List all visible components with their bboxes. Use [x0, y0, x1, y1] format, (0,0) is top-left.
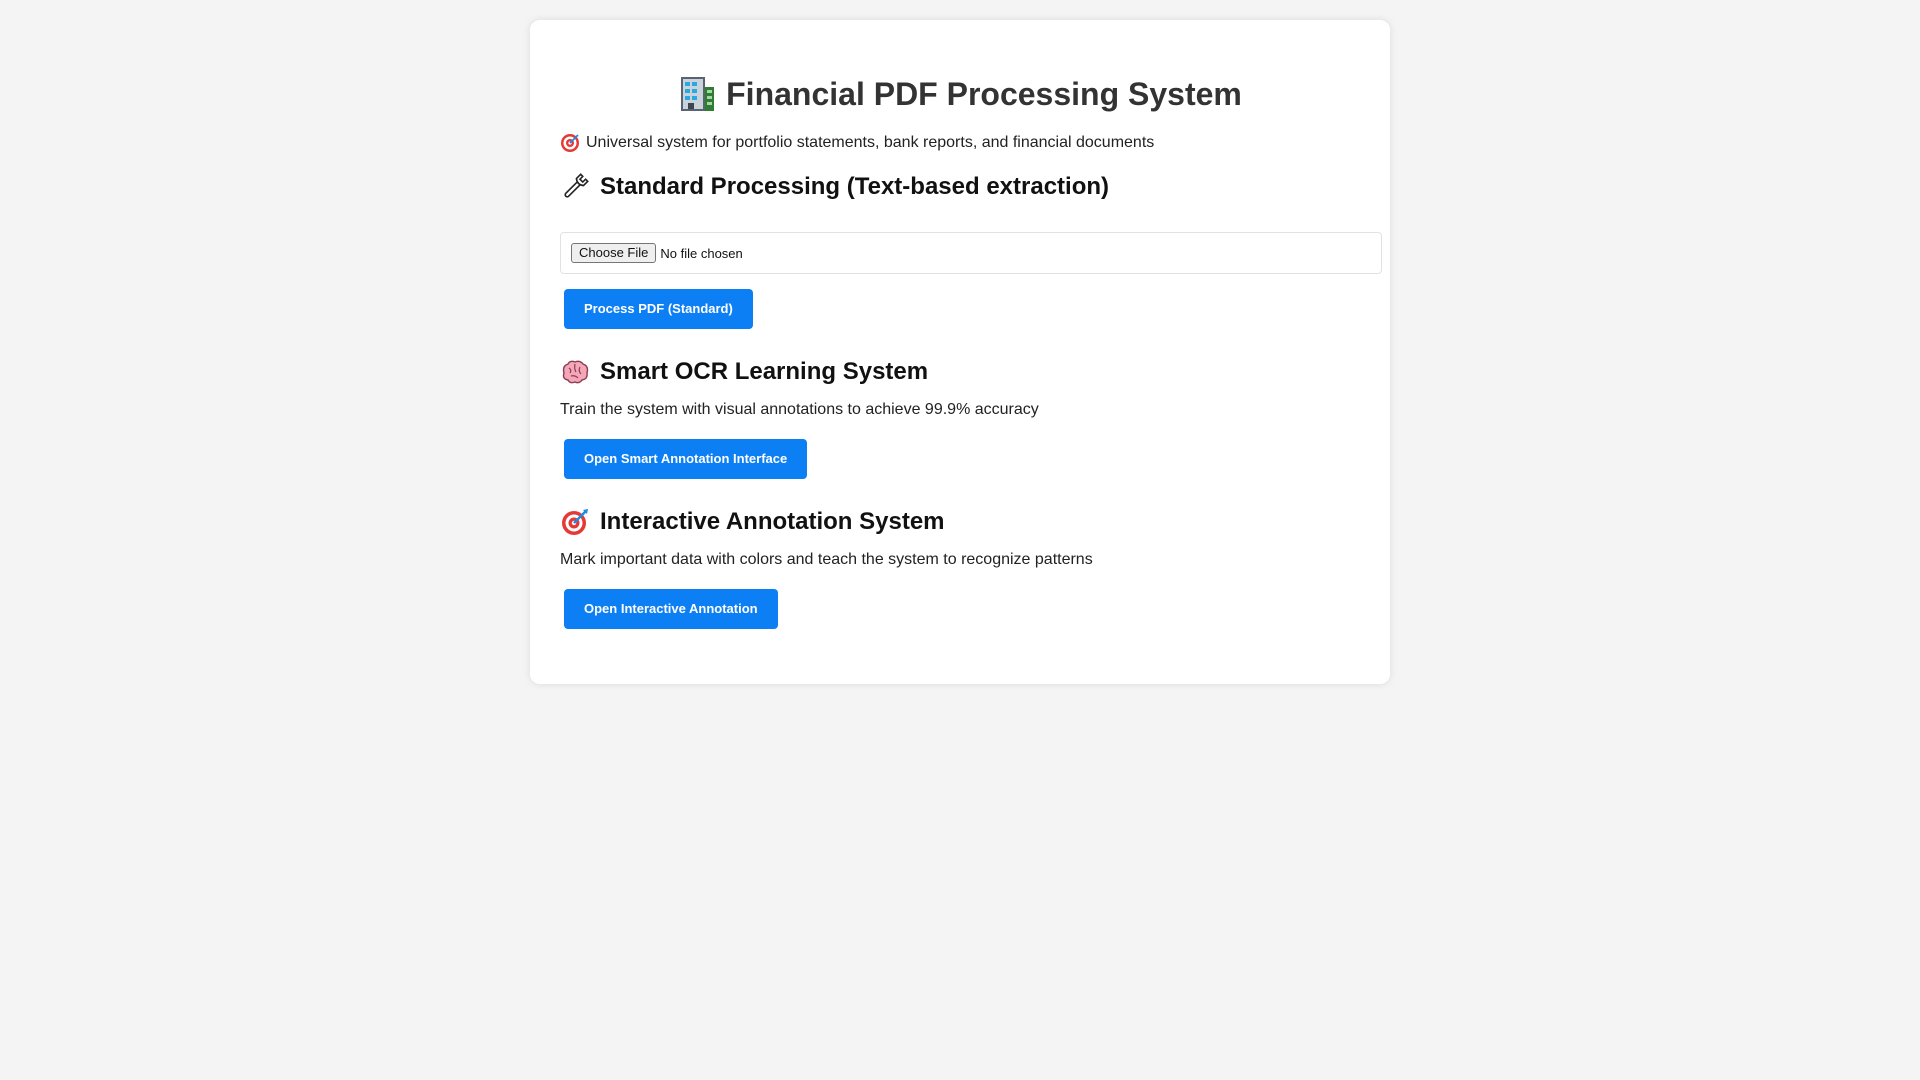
- office-building-icon: [678, 75, 716, 113]
- choose-file-button[interactable]: Choose File: [571, 243, 657, 263]
- standard-heading-text: Standard Processing (Text-based extracti…: [600, 173, 1110, 200]
- interactive-description: Mark important data with colors and teac…: [560, 551, 1093, 568]
- target-icon: [560, 133, 580, 153]
- page-header: Financial PDF Processing System: [560, 72, 1360, 116]
- smart-ocr-button-row: Open Smart Annotation Interface: [560, 439, 1360, 479]
- open-smart-annotation-button[interactable]: Open Smart Annotation Interface: [564, 439, 808, 479]
- interactive-heading-text: Interactive Annotation System: [600, 508, 945, 535]
- open-interactive-annotation-button[interactable]: Open Interactive Annotation: [564, 589, 778, 629]
- smart-ocr-heading-text: Smart OCR Learning System: [600, 358, 929, 385]
- interactive-section-heading: Interactive Annotation System: [560, 505, 1360, 539]
- page-title: Financial PDF Processing System: [726, 76, 1242, 112]
- standard-section-heading: Standard Processing (Text-based extracti…: [560, 170, 1360, 204]
- interactive-button-row: Open Interactive Annotation: [560, 589, 1360, 629]
- smart-ocr-description: Train the system with visual annotations…: [560, 401, 1039, 418]
- main-card: Financial PDF Processing System Universa…: [530, 20, 1390, 684]
- subtitle-text: Universal system for portfolio statement…: [586, 134, 1155, 151]
- file-status-text: No file chosen: [660, 245, 743, 261]
- file-upload-field[interactable]: Choose File No file chosen: [560, 232, 1382, 274]
- brain-icon: [560, 357, 590, 387]
- target-icon: [560, 507, 590, 537]
- smart-ocr-section-heading: Smart OCR Learning System: [560, 355, 1360, 389]
- page-subtitle: Universal system for portfolio statement…: [560, 132, 1360, 154]
- wrench-icon: [560, 172, 590, 202]
- process-pdf-button[interactable]: Process PDF (Standard): [564, 289, 753, 329]
- process-button-row: Process PDF (Standard): [560, 289, 1360, 329]
